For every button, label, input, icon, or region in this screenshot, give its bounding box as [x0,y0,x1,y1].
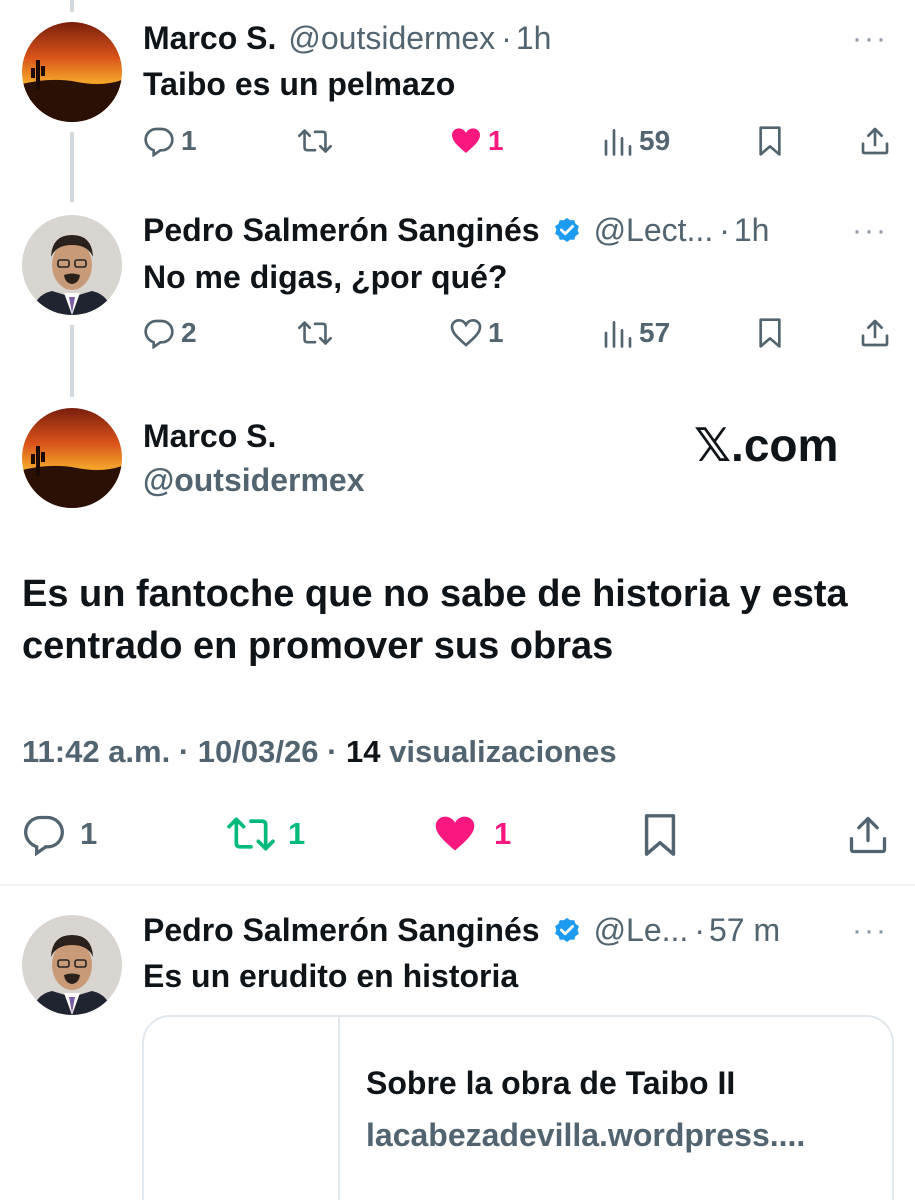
tweet-text: Taibo es un pelmazo [143,66,456,102]
sunset-avatar-image [22,408,122,508]
reply-count: 2 [181,317,197,348]
like-count: 1 [488,125,504,156]
tweet-timestamp: 11:42 a.m. · 10/03/26 · 14 visualizacion… [22,734,617,770]
verified-badge-icon [554,917,579,942]
share-icon [849,816,887,854]
main-tweet-text: Es un fantoche que no sabe de historia y… [22,573,848,667]
thread-line [70,132,74,202]
portrait-avatar-image [22,915,122,1015]
share-button[interactable] [846,812,890,858]
more-options-icon[interactable]: ··· [852,214,888,248]
separator-dot: · [719,212,730,248]
tweet-text: No me digas, ¿por qué? [143,259,508,295]
retweet-count: 1 [288,816,306,851]
retweet-button[interactable] [298,125,332,157]
views-count: 57 [639,317,671,348]
heart-filled-icon [435,816,475,851]
author-handle[interactable]: @outsidermex [143,462,364,499]
thread-line [70,325,74,397]
tweet-time[interactable]: 1h [516,20,552,57]
retweet-icon [298,129,332,153]
sunset-avatar-image [22,22,122,122]
like-button[interactable]: 1 [450,317,504,349]
like-count: 1 [488,317,504,348]
x-com-watermark: 𝕏.com [694,419,839,471]
share-icon [861,319,889,347]
bookmark-button[interactable] [640,812,680,858]
like-button[interactable]: 1 [450,125,504,157]
card-url[interactable]: lacabezadevilla.wordpress.... [366,1117,805,1154]
verified-badge-icon [554,217,579,242]
tweet-date[interactable]: 10/03/26 [198,734,319,769]
thread-line [70,0,74,12]
share-button[interactable] [859,125,891,157]
like-count: 1 [494,816,512,851]
retweet-icon [227,817,275,851]
views-button[interactable]: 57 [603,317,670,349]
reply-count: 1 [80,816,98,851]
tweet-header: Pedro Salmerón Sanginés @Lect... · 1h [143,212,769,249]
avatar[interactable] [22,915,122,1015]
bookmark-icon [759,318,781,348]
tweet-time[interactable]: 11:42 a.m. [22,734,170,769]
card-title[interactable]: Sobre la obra de Taibo II [366,1065,735,1102]
card-divider [338,1017,340,1200]
heart-filled-icon [452,128,480,153]
author-handle[interactable]: @outsidermex [288,20,495,57]
reply-button[interactable]: 2 [143,317,197,349]
reply-count: 1 [181,125,197,156]
separator-dot: · [501,20,512,56]
bookmark-button[interactable] [756,317,784,349]
author-name[interactable]: Marco S. [143,20,276,57]
views-chart-icon [604,321,632,348]
like-button[interactable]: 1 [432,812,511,856]
author-handle[interactable]: @Lect... [594,212,714,249]
avatar[interactable] [22,408,122,508]
retweet-button[interactable]: 1 [226,812,305,856]
views-label: visualizaciones [389,734,617,769]
tweet-text: Es un erudito en historia [143,958,519,994]
separator-dot: · [178,734,190,769]
bookmark-icon [759,126,781,156]
tweet-time[interactable]: 1h [734,212,770,249]
avatar[interactable] [22,22,122,122]
more-options-icon[interactable]: ··· [852,914,888,948]
author-name[interactable]: Pedro Salmerón Sanginés [143,212,540,249]
link-card[interactable]: Sobre la obra de Taibo II lacabezadevill… [142,1015,894,1200]
tweet-header: Marco S. @outsidermex · 1h [143,20,551,57]
views-count: 59 [639,125,671,156]
author-name[interactable]: Pedro Salmerón Sanginés [143,912,540,949]
bookmark-icon [644,814,676,856]
more-options-icon[interactable]: ··· [852,22,888,56]
share-icon [861,127,889,155]
reply-icon [144,127,174,157]
retweet-icon [298,321,332,345]
views-count: 14 [346,734,381,769]
views-button[interactable]: 59 [603,125,670,157]
avatar[interactable] [22,215,122,315]
separator-dot: · [327,734,338,769]
reply-icon [24,815,64,856]
separator-dot: · [694,912,705,948]
reply-icon [144,319,174,349]
retweet-button[interactable] [298,317,332,349]
reply-button[interactable]: 1 [143,125,197,157]
reply-button[interactable]: 1 [22,812,97,856]
heart-outline-icon [450,318,482,347]
portrait-avatar-image [22,215,122,315]
tweet-time[interactable]: 57 m [709,912,780,949]
views-chart-icon [604,129,632,156]
bookmark-button[interactable] [756,125,784,157]
divider [0,884,915,886]
author-handle[interactable]: @Le... [594,912,689,949]
author-name[interactable]: Marco S. [143,418,276,455]
share-button[interactable] [859,317,891,349]
tweet-header: Pedro Salmerón Sanginés @Le... · 57 m [143,912,780,949]
